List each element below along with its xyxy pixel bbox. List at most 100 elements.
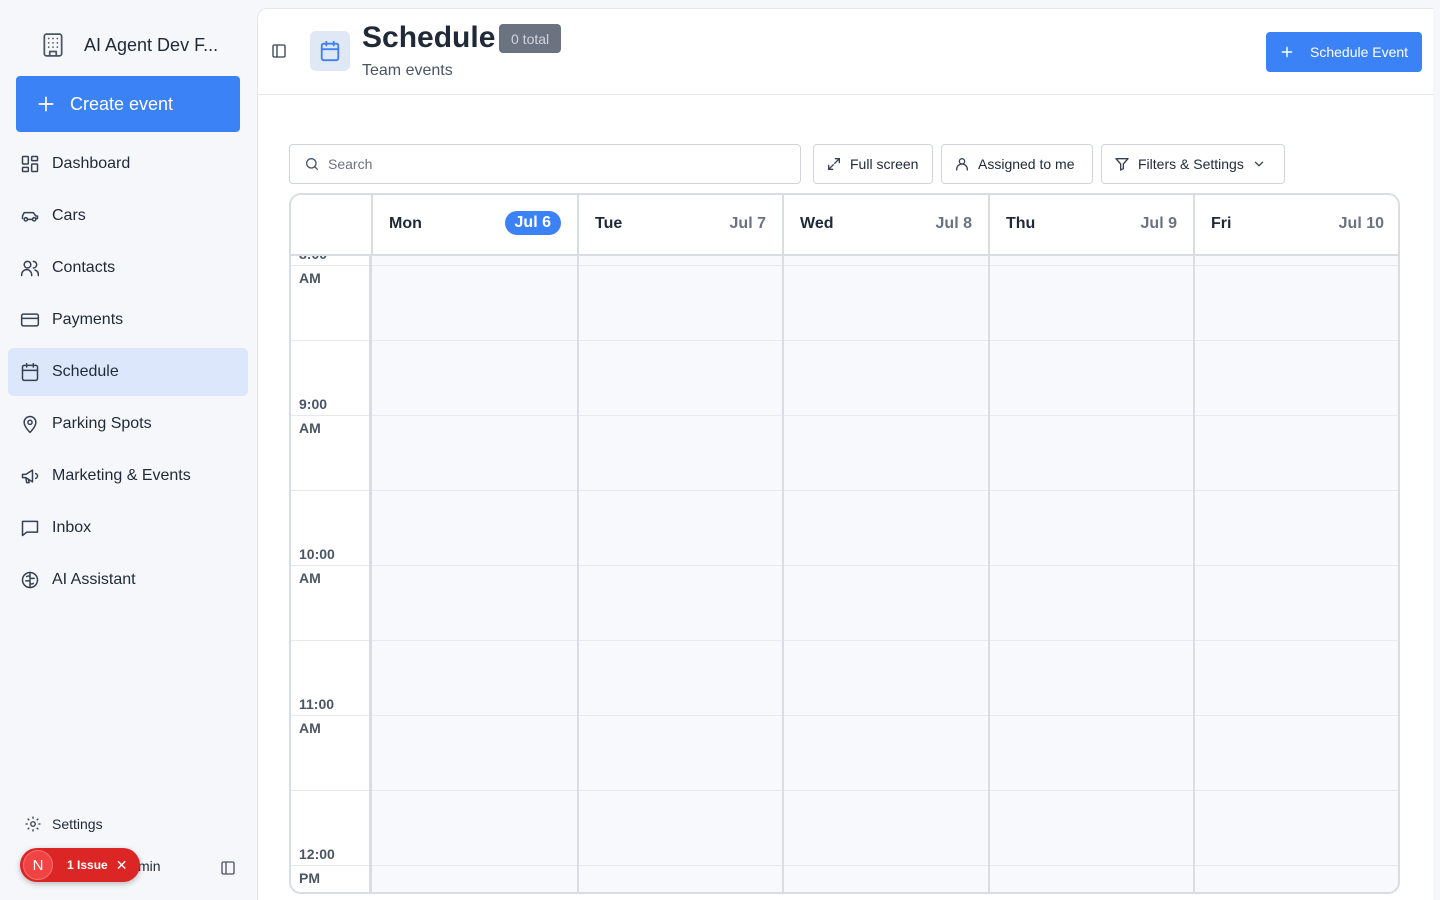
assigned-to-me-button[interactable]: Assigned to me <box>941 144 1093 184</box>
day-header-thu[interactable]: Thu Jul 9 <box>988 195 1193 255</box>
day-date: Jul 10 <box>1338 215 1384 232</box>
create-event-button[interactable]: Create event <box>16 76 240 132</box>
sidebar-item-label: AI Assistant <box>52 571 136 588</box>
sidebar-item-label: Cars <box>52 207 86 224</box>
sidebar-item-contacts[interactable]: Contacts <box>8 244 248 292</box>
sidebar-item-label: Marketing & Events <box>52 467 191 484</box>
column-divider <box>782 256 784 892</box>
close-icon[interactable]: ✕ <box>116 857 128 874</box>
sidebar-item-settings[interactable]: Settings <box>24 812 103 836</box>
org-switcher[interactable]: AI Agent Dev F... <box>40 32 218 58</box>
grid-line <box>291 415 1398 416</box>
plus-icon <box>38 96 54 112</box>
time-label-hour: 10:00 <box>299 546 335 562</box>
grid-line <box>291 340 371 341</box>
time-label-hour: 11:00 <box>299 696 335 712</box>
page-title: Schedule <box>362 21 496 54</box>
day-name: Fri <box>1211 215 1232 232</box>
schedule-event-button[interactable]: Schedule Event <box>1266 32 1422 72</box>
column-divider <box>369 256 372 892</box>
calendar-icon <box>320 40 340 62</box>
org-name: AI Agent Dev F... <box>84 34 219 55</box>
sidebar-toggle-icon[interactable] <box>220 860 236 876</box>
grid-line <box>291 790 1398 791</box>
week-calendar: Mon Jul 6 Tue Jul 7 Wed Jul 8 Thu Jul 9 … <box>289 193 1400 894</box>
day-header-mon[interactable]: Mon Jul 6 <box>371 195 577 255</box>
grid-line <box>291 790 371 791</box>
sidebar-item-label: Dashboard <box>52 155 131 172</box>
main-panel: Schedule 0 total Team events Schedule Ev… <box>257 8 1434 900</box>
grid-line <box>291 640 371 641</box>
settings-label: Settings <box>52 816 103 832</box>
search-input[interactable] <box>328 156 788 172</box>
day-header-tue[interactable]: Tue Jul 7 <box>577 195 782 255</box>
page-subtitle: Team events <box>362 62 453 79</box>
megaphone-icon <box>21 469 39 484</box>
user-name: min <box>138 858 161 874</box>
issue-text: 1 Issue <box>67 858 108 872</box>
grid-line <box>291 265 1398 266</box>
sidebar-item-label: Parking Spots <box>52 415 152 432</box>
time-label-period: AM <box>299 270 321 286</box>
grid-line <box>291 340 1398 341</box>
search-field[interactable] <box>289 144 801 184</box>
brain-icon <box>21 571 39 589</box>
sidebar-nav: Dashboard Cars Contacts Payments Schedul… <box>8 140 248 608</box>
filters-label: Filters & Settings <box>1138 156 1244 172</box>
time-label-hour: 8:00 <box>299 256 327 266</box>
issue-badge[interactable]: N 1 Issue ✕ <box>20 848 140 882</box>
total-badge: 0 total <box>499 24 562 53</box>
sidebar-item-dashboard[interactable]: Dashboard <box>8 140 248 188</box>
day-date: Jul 8 <box>935 215 972 232</box>
time-label-period: PM <box>299 870 320 886</box>
full-screen-button[interactable]: Full screen <box>813 144 933 184</box>
column-divider <box>988 256 990 892</box>
day-header-fri[interactable]: Fri Jul 10 <box>1193 195 1398 255</box>
assigned-label: Assigned to me <box>978 156 1075 172</box>
chevron-down-icon <box>1254 161 1263 167</box>
sidebar-item-label: Inbox <box>52 519 92 536</box>
column-divider <box>577 256 579 892</box>
user-icon <box>956 158 968 171</box>
sidebar-item-ai-assistant[interactable]: AI Assistant <box>8 556 248 604</box>
calendar-body: 8:00 AM 9:00 AM 10:00 AM 11:00 AM 12:00 … <box>291 256 1398 892</box>
expand-icon <box>828 158 840 170</box>
time-label-hour: 9:00 <box>299 396 328 412</box>
credit-card-icon <box>20 313 40 327</box>
gear-icon <box>25 816 41 832</box>
filters-settings-button[interactable]: Filters & Settings <box>1101 144 1285 184</box>
sidebar-toggle-icon[interactable] <box>271 43 287 59</box>
calendar-grid[interactable] <box>371 256 1398 892</box>
sidebar-item-label: Schedule <box>52 363 119 380</box>
time-label-period: AM <box>299 420 321 436</box>
sidebar-item-schedule[interactable]: Schedule <box>8 348 248 396</box>
sidebar-item-cars[interactable]: Cars <box>8 192 248 240</box>
page-header: Schedule 0 total Team events Schedule Ev… <box>258 9 1434 95</box>
page-icon <box>310 31 350 71</box>
day-date: Jul 9 <box>1140 215 1177 232</box>
calendar-icon <box>21 362 39 382</box>
grid-line <box>291 715 1398 716</box>
day-name: Thu <box>1006 215 1036 232</box>
plus-icon <box>1281 46 1293 58</box>
column-divider <box>1193 256 1195 892</box>
grid-line <box>291 640 1398 641</box>
user-row[interactable]: min N 1 Issue ✕ <box>20 848 248 886</box>
sidebar-item-marketing-events[interactable]: Marketing & Events <box>8 452 248 500</box>
time-label-period: AM <box>299 720 321 736</box>
day-date-today: Jul 6 <box>504 211 561 235</box>
issue-avatar: N <box>23 850 53 880</box>
sidebar-item-parking-spots[interactable]: Parking Spots <box>8 400 248 448</box>
day-header-wed[interactable]: Wed Jul 8 <box>782 195 988 255</box>
create-event-label: Create event <box>70 93 174 114</box>
sidebar-item-inbox[interactable]: Inbox <box>8 504 248 552</box>
contacts-icon <box>20 260 40 277</box>
map-pin-icon <box>23 415 37 434</box>
time-column: 8:00 AM 9:00 AM 10:00 AM 11:00 AM 12:00 … <box>291 256 371 892</box>
day-name: Tue <box>595 215 623 232</box>
time-label-period: AM <box>299 570 321 586</box>
grid-line <box>291 565 1398 566</box>
message-icon <box>21 520 39 537</box>
car-icon <box>21 211 39 222</box>
sidebar-item-payments[interactable]: Payments <box>8 296 248 344</box>
